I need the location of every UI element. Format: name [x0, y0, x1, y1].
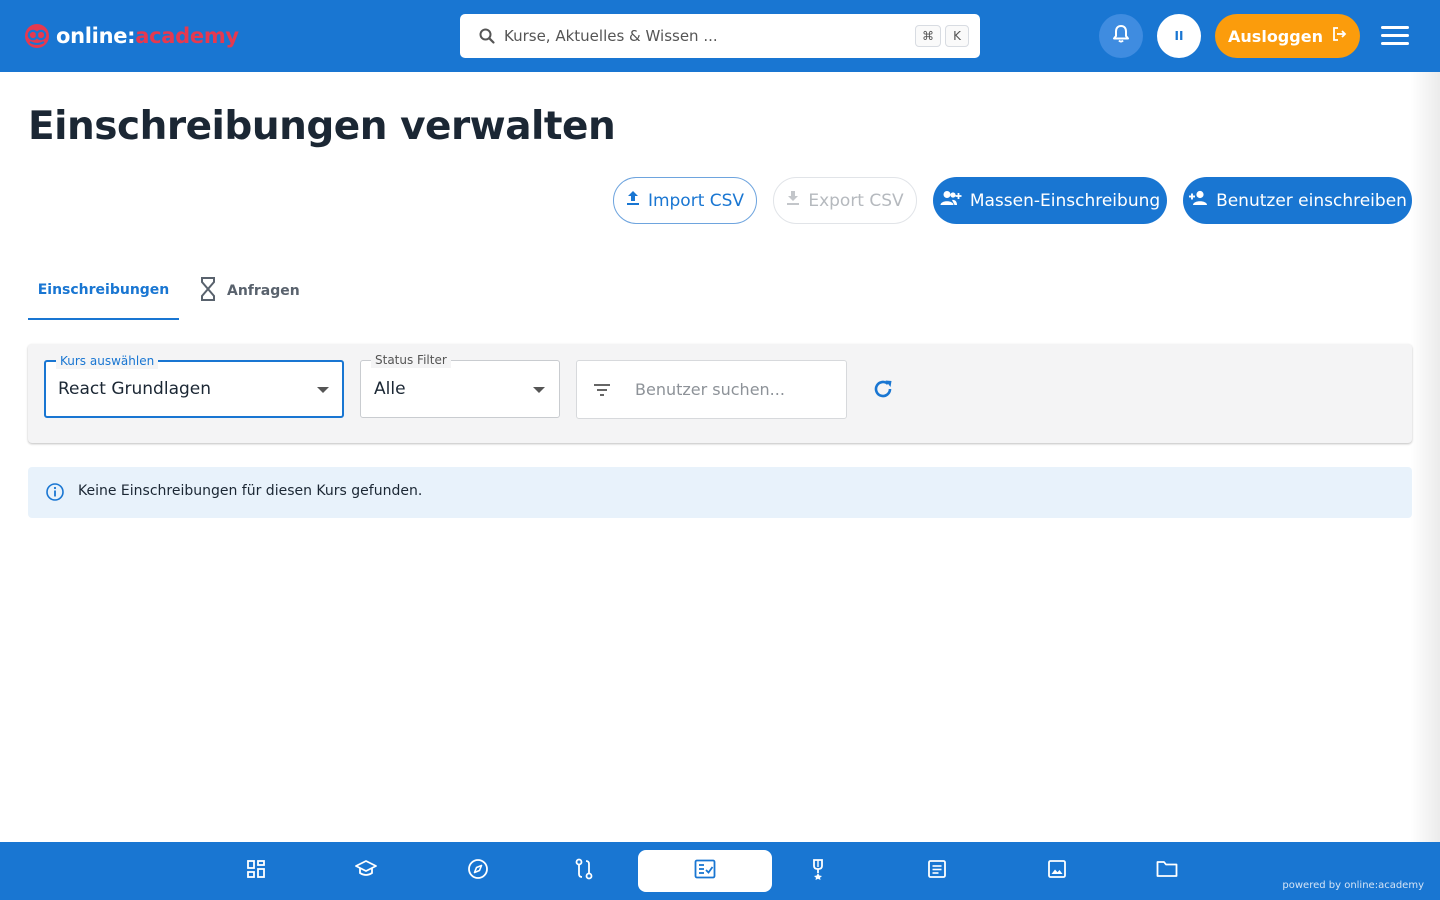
nav-media[interactable] — [1037, 850, 1077, 892]
shortcut-key-k: K — [945, 25, 969, 47]
filter-panel: Kurs auswählen React Grundlagen Status F… — [28, 344, 1412, 443]
enrollment-list-icon — [694, 859, 716, 883]
nav-dashboard[interactable] — [236, 850, 276, 892]
powered-by-text: powered by online:academy — [1282, 880, 1424, 891]
group-add-icon — [940, 190, 962, 211]
logo-text-part2: academy — [135, 24, 239, 48]
logo-text: online:academy — [56, 24, 239, 48]
info-alert: Keine Einschreibungen für diesen Kurs ge… — [28, 467, 1412, 518]
chevron-down-icon — [317, 387, 329, 393]
hamburger-icon-line — [1381, 34, 1409, 37]
tab-requests[interactable]: Anfragen — [199, 262, 309, 320]
enroll-user-label: Benutzer einschreiben — [1216, 190, 1407, 211]
logout-label: Ausloggen — [1228, 26, 1323, 46]
avatar[interactable]: II — [1157, 14, 1201, 58]
dashboard-icon — [246, 859, 266, 883]
course-select-label: Kurs auswählen — [56, 353, 159, 369]
image-icon — [1047, 859, 1067, 883]
status-select-label: Status Filter — [371, 352, 451, 368]
nav-explore[interactable] — [458, 850, 498, 892]
route-icon — [574, 858, 594, 884]
logo-text-part1: online: — [56, 24, 136, 48]
compass-icon — [467, 858, 489, 884]
enroll-user-button[interactable]: Benutzer einschreiben — [1183, 177, 1412, 224]
nav-achievements[interactable] — [798, 850, 838, 892]
tab-enrollments[interactable]: Einschreibungen — [28, 262, 179, 320]
hamburger-icon-line — [1381, 42, 1409, 45]
folder-icon — [1156, 860, 1178, 882]
course-select-value: React Grundlagen — [58, 379, 212, 399]
shortcut-key-cmd: ⌘ — [915, 25, 941, 47]
page-title: Einschreibungen verwalten — [28, 104, 616, 149]
logout-button[interactable]: Ausloggen — [1215, 14, 1360, 58]
logo-mark-icon — [24, 23, 50, 49]
status-select[interactable]: Status Filter Alle — [360, 352, 560, 418]
hourglass-icon — [199, 277, 217, 305]
top-app-bar: online:academy ⌘ K II Ausloggen — [0, 0, 1440, 72]
bulk-enroll-label: Massen-Einschreibung — [969, 190, 1161, 211]
alert-text: Keine Einschreibungen für diesen Kurs ge… — [78, 483, 423, 499]
notifications-button[interactable] — [1099, 14, 1143, 58]
status-select-value: Alle — [374, 379, 406, 399]
article-icon — [927, 859, 947, 883]
bottom-navigation: powered by online:academy — [0, 842, 1440, 900]
global-search: ⌘ K — [460, 14, 980, 58]
chevron-down-icon — [533, 387, 545, 393]
course-select[interactable]: Kurs auswählen React Grundlagen — [44, 353, 344, 418]
bulk-enroll-button[interactable]: Massen-Einschreibung — [933, 177, 1167, 224]
refresh-icon[interactable] — [871, 377, 897, 403]
export-csv-label: Export CSV — [808, 190, 904, 211]
info-icon — [45, 482, 65, 502]
filter-icon — [593, 382, 611, 401]
trophy-icon — [810, 858, 826, 884]
graduation-cap-icon — [355, 860, 377, 882]
nav-learning-paths[interactable] — [564, 850, 604, 892]
person-add-icon — [1188, 190, 1208, 211]
nav-courses[interactable] — [346, 850, 386, 892]
search-input[interactable] — [504, 14, 904, 58]
nav-files[interactable] — [1147, 850, 1187, 892]
logout-icon — [1331, 26, 1347, 46]
upload-icon — [626, 190, 640, 211]
logo[interactable]: online:academy — [24, 20, 239, 52]
right-edge-shadow — [1410, 72, 1440, 842]
nav-enrollments[interactable] — [638, 850, 772, 892]
bell-icon — [1112, 24, 1130, 48]
user-search-input[interactable] — [635, 361, 835, 418]
hamburger-icon — [1381, 26, 1409, 29]
menu-button[interactable] — [1380, 22, 1410, 50]
tab-enrollments-label: Einschreibungen — [37, 282, 170, 298]
import-csv-label: Import CSV — [647, 190, 745, 211]
export-csv-button[interactable]: Export CSV — [773, 177, 917, 224]
nav-articles[interactable] — [917, 850, 957, 892]
user-search-field — [576, 360, 847, 419]
import-csv-button[interactable]: Import CSV — [613, 177, 757, 224]
download-icon — [786, 190, 800, 211]
search-icon — [478, 27, 496, 45]
tab-requests-label: Anfragen — [227, 283, 300, 299]
